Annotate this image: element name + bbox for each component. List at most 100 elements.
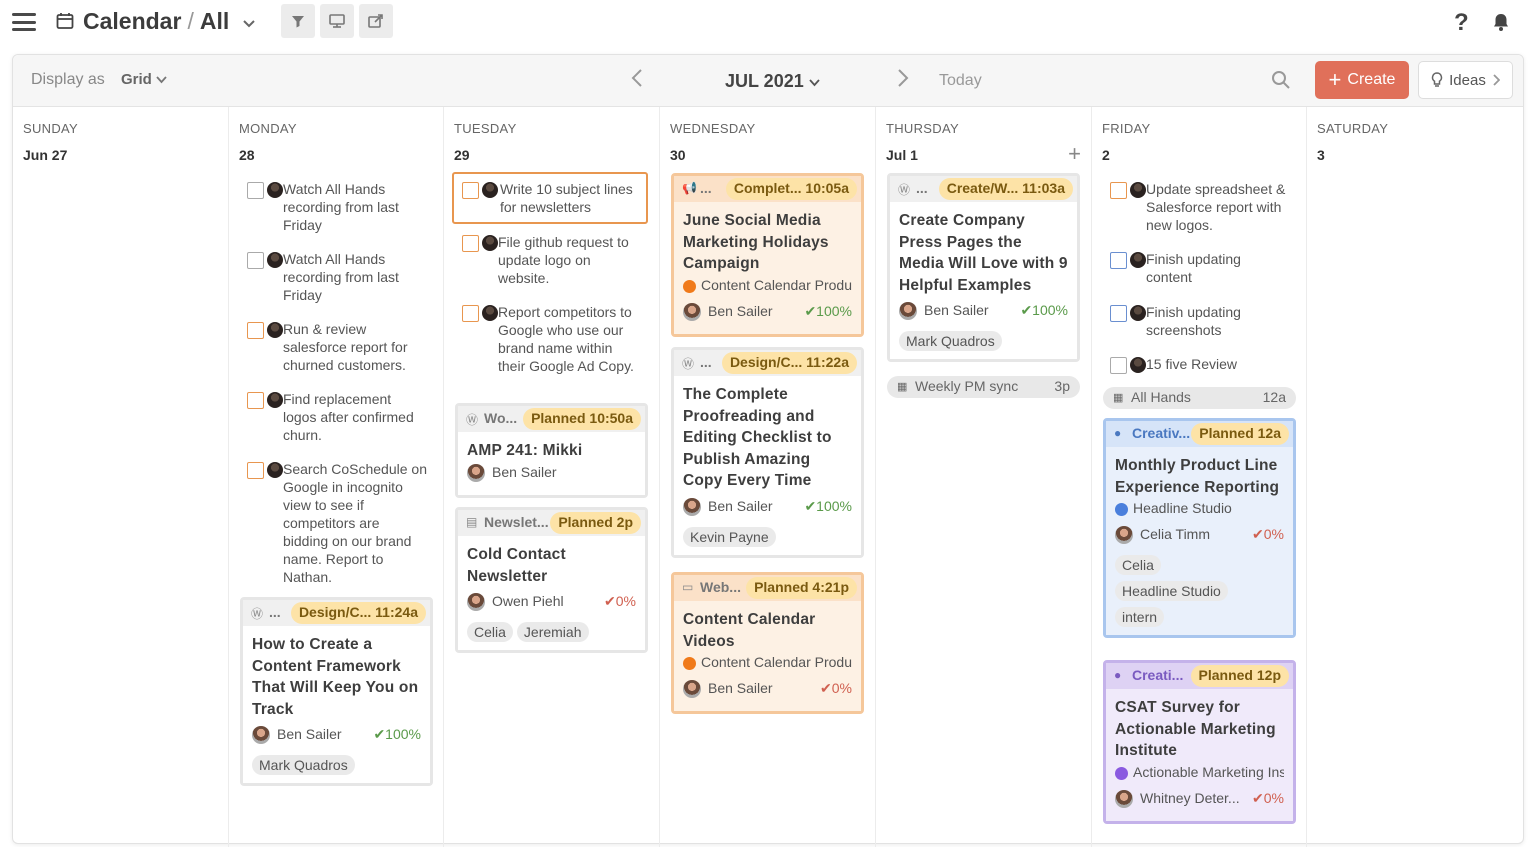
avatar — [482, 182, 498, 198]
task-text: Search CoSchedule on Google in incognito… — [283, 461, 427, 585]
task-checkbox[interactable] — [1110, 357, 1127, 374]
task-item[interactable]: File github request to update logo on we… — [452, 233, 642, 287]
content-card[interactable]: ▭ Web... Planned 4:21p Content Calendar Vi… — [671, 572, 864, 714]
task-checkbox[interactable] — [1110, 182, 1127, 199]
card-title: AMP 241: Mikki — [467, 442, 583, 459]
day-number: 3 — [1317, 147, 1325, 163]
day-name: FRIDAY — [1102, 121, 1151, 136]
share-icon — [368, 14, 383, 28]
task-item[interactable]: Find replacement logos after confirmed c… — [237, 390, 427, 444]
day-name: THURSDAY — [886, 121, 959, 136]
task-item[interactable]: Report competitors to Google who use our… — [452, 303, 642, 375]
ideas-button[interactable]: Ideas — [1418, 61, 1513, 99]
avatar — [482, 305, 498, 321]
filter-dropdown[interactable]: All — [200, 8, 229, 34]
task-text: Write 10 subject lines for newsletters — [500, 181, 633, 215]
avatar — [267, 252, 283, 268]
card-title: Cold Contact Newsletter — [467, 546, 566, 585]
view-selector[interactable]: Grid — [121, 71, 167, 88]
view-label: Grid — [121, 71, 152, 88]
calendar-icon: ▦ — [897, 381, 908, 393]
calendar-icon: ▦ — [1113, 392, 1124, 404]
status-badge: Design/C... 11:22a — [721, 352, 857, 374]
owner-name: Whitney Deter... — [1140, 789, 1240, 806]
task-item[interactable]: Search CoSchedule on Google in incognito… — [237, 460, 427, 586]
progress-percent: ✔0% — [604, 593, 636, 609]
avatar — [252, 726, 270, 744]
content-card[interactable]: Ⓦ... Create/W... 11:03a Create Company Pr… — [887, 173, 1080, 362]
add-item-button[interactable]: + — [1068, 141, 1081, 167]
content-card[interactable]: Ⓦ Wo... Planned 10:50a AMP 241: Mikki Ben … — [455, 403, 648, 498]
task-checkbox[interactable] — [247, 462, 264, 479]
card-type: Creativ... — [1132, 425, 1191, 441]
month-label: JUL 2021 — [725, 71, 804, 91]
task-text: Finish updating content — [1146, 251, 1241, 285]
task-item[interactable]: Watch All Hands recording from last Frid… — [237, 250, 427, 304]
content-card[interactable]: 📢... Complet... 10:05a June Social Media … — [671, 173, 864, 337]
hamburger-menu-icon[interactable] — [12, 13, 36, 31]
wordpress-icon: Ⓦ — [466, 413, 479, 427]
search-icon[interactable] — [1271, 70, 1291, 90]
today-button[interactable]: Today — [939, 72, 982, 90]
task-checkbox[interactable] — [1110, 305, 1127, 322]
task-checkbox[interactable] — [462, 182, 479, 199]
day-name: WEDNESDAY — [670, 121, 756, 136]
content-card[interactable]: Ⓦ... Design/C... 11:24a How to Create a C… — [240, 597, 433, 786]
funnel-icon — [292, 16, 304, 28]
task-item-selected[interactable]: Write 10 subject lines for newsletters — [452, 172, 648, 224]
content-card[interactable]: ● Creativ... Planned 12a Monthly Product L… — [1103, 418, 1296, 638]
month-selector[interactable]: JUL 2021 — [725, 71, 820, 92]
owner-name: Ben Sailer — [708, 680, 773, 696]
task-checkbox[interactable] — [247, 252, 264, 269]
previous-month-button[interactable] — [631, 68, 643, 94]
avatar — [683, 497, 701, 516]
day-number: Jun 27 — [23, 147, 68, 163]
task-text: Watch All Hands recording from last Frid… — [283, 181, 399, 233]
task-item[interactable]: Watch All Hands recording from last Frid… — [237, 180, 427, 234]
next-month-button[interactable] — [897, 68, 909, 94]
owner-name: Owen Piehl — [492, 593, 564, 609]
content-card[interactable]: ▤ Newslet... Planned 2p Cold Contact Newsl… — [455, 507, 648, 653]
filter-button[interactable] — [281, 4, 315, 38]
bell-icon[interactable] — [1492, 12, 1510, 32]
chevron-down-icon[interactable] — [242, 19, 256, 29]
share-button[interactable] — [359, 4, 393, 38]
avatar — [482, 235, 498, 251]
event-title: Weekly PM sync — [915, 378, 1019, 394]
card-type: Wo... — [484, 410, 518, 426]
task-item[interactable]: 15 five Review — [1100, 355, 1290, 374]
card-type: Creati... — [1132, 667, 1184, 683]
create-button[interactable]: + Create — [1315, 61, 1409, 99]
help-icon[interactable]: ? — [1454, 9, 1469, 37]
avatar — [683, 680, 701, 698]
task-checkbox[interactable] — [247, 392, 264, 409]
owner-name: Ben Sailer — [708, 302, 773, 319]
tag: Jeremiah — [516, 622, 589, 642]
monitor-icon — [329, 14, 345, 28]
status-badge: Planned 4:21p — [746, 577, 857, 599]
task-text: File github request to update logo on we… — [498, 234, 629, 286]
content-card[interactable]: ● Creati... Planned 12p CSAT Survey for Ac… — [1103, 660, 1296, 824]
task-checkbox[interactable] — [247, 182, 264, 199]
task-item[interactable]: Finish updating screenshots — [1100, 303, 1290, 339]
task-item[interactable]: Finish updating content — [1100, 250, 1290, 286]
task-checkbox[interactable] — [1110, 252, 1127, 269]
avatar — [1130, 182, 1146, 198]
task-item[interactable]: Update spreadsheet & Salesforce report w… — [1100, 180, 1290, 234]
video-icon: ▭ — [682, 580, 694, 594]
calendar-event[interactable]: ▦ Weekly PM sync 3p — [887, 376, 1080, 398]
project-name: Content Calendar Produ — [701, 654, 852, 670]
present-button[interactable] — [320, 4, 354, 38]
chevron-left-icon — [631, 69, 642, 87]
task-checkbox[interactable] — [462, 235, 479, 252]
content-card[interactable]: Ⓦ... Design/C... 11:22a The Complete Proo… — [671, 347, 864, 558]
tag: Headline Studio — [1115, 581, 1228, 601]
task-text: Report competitors to Google who use our… — [498, 304, 634, 374]
task-checkbox[interactable] — [247, 322, 264, 339]
newsletter-icon: ▤ — [466, 515, 478, 529]
calendar-event[interactable]: ▦ All Hands 12a — [1103, 387, 1296, 409]
task-item[interactable]: Run & review salesforce report for churn… — [237, 320, 427, 374]
task-checkbox[interactable] — [462, 305, 479, 322]
progress-percent: ✔100% — [1020, 302, 1068, 318]
calendar-icon — [56, 13, 74, 29]
